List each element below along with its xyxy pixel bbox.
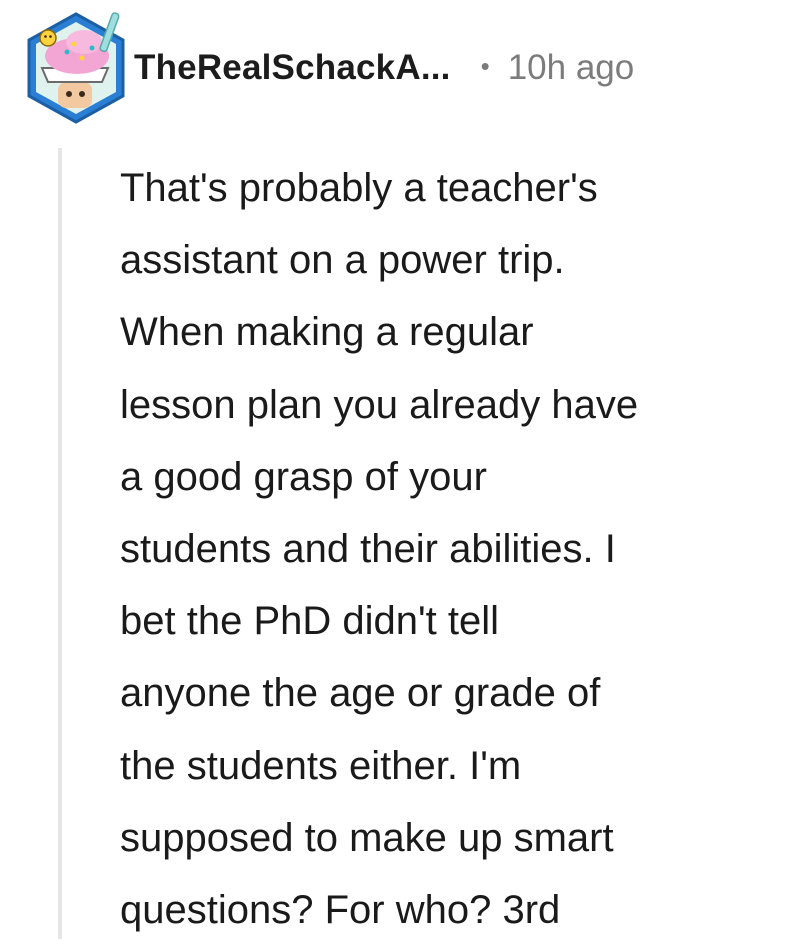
comment-body-line: a good grasp of your bbox=[120, 454, 487, 499]
separator-dot: • bbox=[480, 50, 490, 81]
comment-body-line: students and their abilities. I bbox=[120, 527, 616, 572]
comment: TheRealSchackA... • 10h ago That's proba… bbox=[0, 0, 800, 939]
comment-body: That's probably a teacher's assistant on… bbox=[120, 152, 790, 946]
comment-body-line: anyone the age or grade of bbox=[120, 671, 601, 716]
comment-body-line: When making a regular bbox=[120, 310, 534, 355]
thread-collapse-line[interactable] bbox=[58, 148, 62, 939]
comment-body-line: assistant on a power trip. bbox=[120, 238, 565, 283]
comment-body-line: the students either. I'm bbox=[120, 743, 522, 788]
timestamp[interactable]: 10h ago bbox=[508, 48, 635, 88]
comment-body-line: bet the PhD didn't tell bbox=[120, 599, 499, 644]
comment-body-line: questions? For who? 3rd bbox=[120, 888, 561, 933]
avatar[interactable] bbox=[22, 8, 130, 128]
comment-header: TheRealSchackA... • 10h ago bbox=[22, 8, 634, 128]
username-link[interactable]: TheRealSchackA... bbox=[134, 48, 451, 88]
comment-body-line: lesson plan you already have bbox=[120, 382, 639, 427]
comment-body-line: That's probably a teacher's bbox=[120, 166, 598, 210]
comment-body-line: supposed to make up smart bbox=[120, 815, 614, 860]
